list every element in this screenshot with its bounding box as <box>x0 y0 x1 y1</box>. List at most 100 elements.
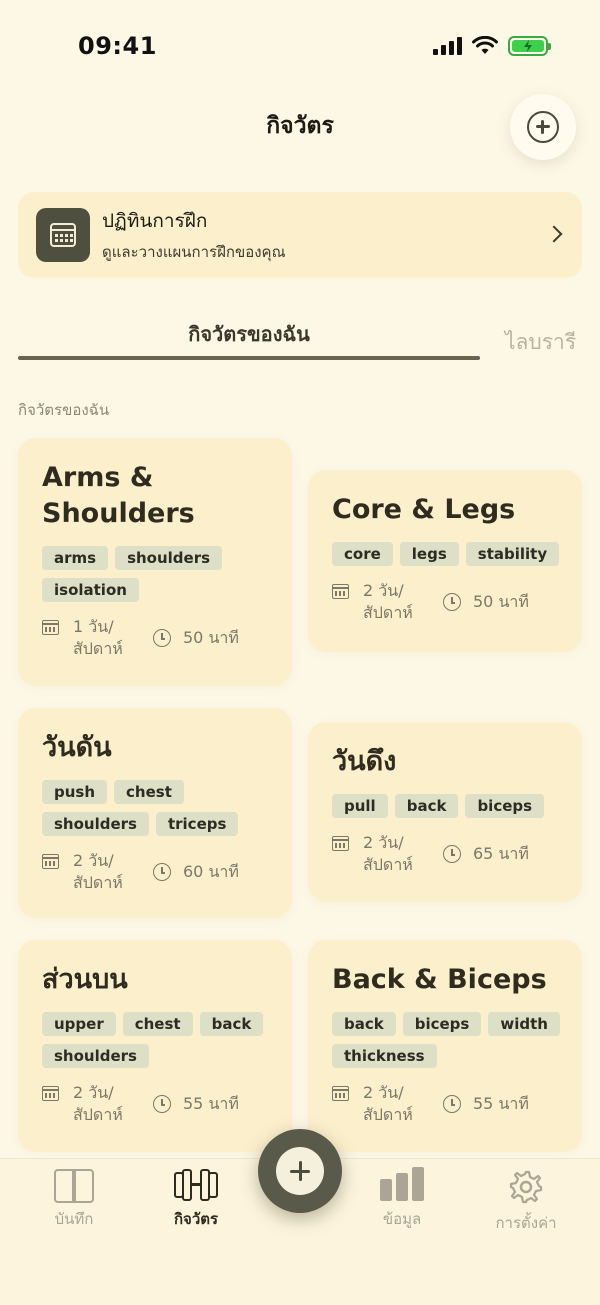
routine-meta: 2 วัน/ สัปดาห์ 50 นาที <box>332 580 560 624</box>
routine-frequency: 2 วัน/ สัปดาห์ <box>363 581 413 622</box>
calendar-icon <box>42 1086 59 1101</box>
routine-frequency: 2 วัน/ สัปดาห์ <box>73 1083 123 1124</box>
banner-subtitle: ดูและวางแผนการฝึกของคุณ <box>102 243 286 261</box>
routine-title: Back & Biceps <box>332 964 547 995</box>
banner-title: ปฏิทินการฝึก <box>102 210 208 232</box>
routine-tag: upper <box>42 1012 116 1036</box>
routine-tag: stability <box>465 542 560 566</box>
routine-title: Arms & Shoulders <box>42 462 195 529</box>
routine-tag: legs <box>399 542 459 566</box>
routine-meta: 2 วัน/ สัปดาห์ 55 นาที <box>332 1082 560 1126</box>
routine-title: วันดึง <box>332 746 397 777</box>
routine-meta: 1 วัน/ สัปดาห์ 50 นาที <box>42 616 270 660</box>
dumbbell-icon <box>172 1169 220 1201</box>
routine-duration: 50 นาที <box>183 627 239 647</box>
gear-icon <box>508 1169 544 1205</box>
routine-duration: 55 นาที <box>473 1093 529 1113</box>
calendar-icon <box>332 584 349 599</box>
routine-tags: back biceps width thickness <box>332 1012 560 1068</box>
routine-tag: back <box>394 794 459 818</box>
routine-tag: biceps <box>402 1012 482 1036</box>
nav-label: บันทึก <box>54 1210 94 1228</box>
routine-tag: triceps <box>155 812 239 836</box>
routine-tags: upper chest back shoulders <box>42 1012 270 1068</box>
book-icon <box>54 1169 94 1203</box>
routine-frequency: 2 วัน/ สัปดาห์ <box>73 851 123 892</box>
calendar-icon <box>332 836 349 851</box>
routine-tag: arms <box>42 546 109 570</box>
clock-icon <box>153 863 171 881</box>
status-bar: 09:41 <box>0 0 600 96</box>
routine-frequency: 2 วัน/ สัปดาห์ <box>363 833 413 874</box>
routine-tag: core <box>332 542 393 566</box>
routine-frequency: 2 วัน/ สัปดาห์ <box>363 1083 413 1124</box>
nav-item-log[interactable]: บันทึก <box>14 1169 134 1231</box>
routine-title: ส่วนบน <box>42 964 128 995</box>
calendar-icon <box>36 208 90 262</box>
nav-label: การตั้งค่า <box>495 1214 557 1232</box>
routine-title: วันดัน <box>42 732 112 763</box>
routine-tag: biceps <box>465 794 545 818</box>
routine-card[interactable]: ส่วนบน upper chest back shoulders 2 วัน/ สั… <box>18 940 292 1152</box>
wifi-icon <box>472 36 498 54</box>
bar-chart-icon <box>380 1167 424 1201</box>
routine-tag: shoulders <box>42 1044 149 1068</box>
routine-duration: 60 นาที <box>183 861 239 881</box>
routine-tag: thickness <box>332 1044 437 1068</box>
routine-tag: shoulders <box>115 546 223 570</box>
tab-library[interactable]: ไลบรารี <box>505 326 576 359</box>
routine-tag: back <box>332 1012 396 1036</box>
chevron-right-icon <box>545 225 563 243</box>
tab-active-indicator <box>18 356 480 360</box>
start-workout-fab[interactable] <box>258 1129 342 1213</box>
clock-icon <box>443 845 461 863</box>
routine-duration: 65 นาที <box>473 843 529 863</box>
plus-circle-icon <box>527 111 559 143</box>
add-routine-button[interactable] <box>510 94 576 160</box>
plus-icon <box>276 1147 324 1195</box>
routine-tag: push <box>42 780 108 804</box>
routine-tag: back <box>199 1012 264 1036</box>
routine-tags: pull back biceps <box>332 794 560 818</box>
nav-item-settings[interactable]: การตั้งค่า <box>466 1169 586 1235</box>
routine-card[interactable]: Core & Legs core legs stability 2 วัน/ สัป… <box>308 470 582 652</box>
routine-frequency: 1 วัน/ สัปดาห์ <box>73 617 123 658</box>
calendar-icon <box>42 854 59 869</box>
clock-icon <box>443 593 461 611</box>
routine-tags: arms shoulders isolation <box>42 546 270 602</box>
routine-meta: 2 วัน/ สัปดาห์ 55 นาที <box>42 1082 270 1126</box>
calendar-icon <box>332 1086 349 1101</box>
section-label: กิจวัตรของฉัน <box>18 401 110 419</box>
cellular-signal-icon <box>433 37 462 55</box>
status-icons <box>433 36 551 56</box>
routine-tag: width <box>488 1012 560 1036</box>
routine-title: Core & Legs <box>332 494 516 525</box>
routine-duration: 55 นาที <box>183 1093 239 1113</box>
nav-item-stats[interactable]: ข้อมูล <box>342 1167 462 1231</box>
nav-label: ข้อมูล <box>382 1210 422 1228</box>
routine-tag: isolation <box>42 578 139 602</box>
routine-card[interactable]: วันดัน push chest shoulders triceps 2 วัน/ … <box>18 708 292 918</box>
nav-label: กิจวัตร <box>173 1210 219 1228</box>
clock-icon <box>153 1095 171 1113</box>
routine-card[interactable]: Arms & Shoulders arms shoulders isolation … <box>18 438 292 686</box>
routine-tags: core legs stability <box>332 542 560 566</box>
routine-tag: chest <box>122 1012 193 1036</box>
training-calendar-banner[interactable]: ปฏิทินการฝึก ดูและวางแผนการฝึกของคุณ <box>18 192 582 278</box>
calendar-icon <box>42 620 59 635</box>
routine-tag: pull <box>332 794 388 818</box>
battery-icon <box>508 36 551 56</box>
nav-item-routines[interactable]: กิจวัตร <box>136 1169 256 1231</box>
routine-card[interactable]: Back & Biceps back biceps width thickness 2… <box>308 940 582 1152</box>
routine-tags: push chest shoulders triceps <box>42 780 270 836</box>
clock-icon <box>153 629 171 647</box>
clock-icon <box>443 1095 461 1113</box>
status-time: 09:41 <box>78 32 157 60</box>
routine-card[interactable]: วันดึง pull back biceps 2 วัน/ สัปดาห์ 65 … <box>308 722 582 902</box>
routine-meta: 2 วัน/ สัปดาห์ 65 นาที <box>332 832 560 876</box>
routine-duration: 50 นาที <box>473 591 529 611</box>
routine-tag: chest <box>114 780 184 804</box>
routine-meta: 2 วัน/ สัปดาห์ 60 นาที <box>42 850 270 894</box>
tab-my-routines[interactable]: กิจวัตรของฉัน <box>18 318 480 350</box>
routine-tag: shoulders <box>42 812 149 836</box>
